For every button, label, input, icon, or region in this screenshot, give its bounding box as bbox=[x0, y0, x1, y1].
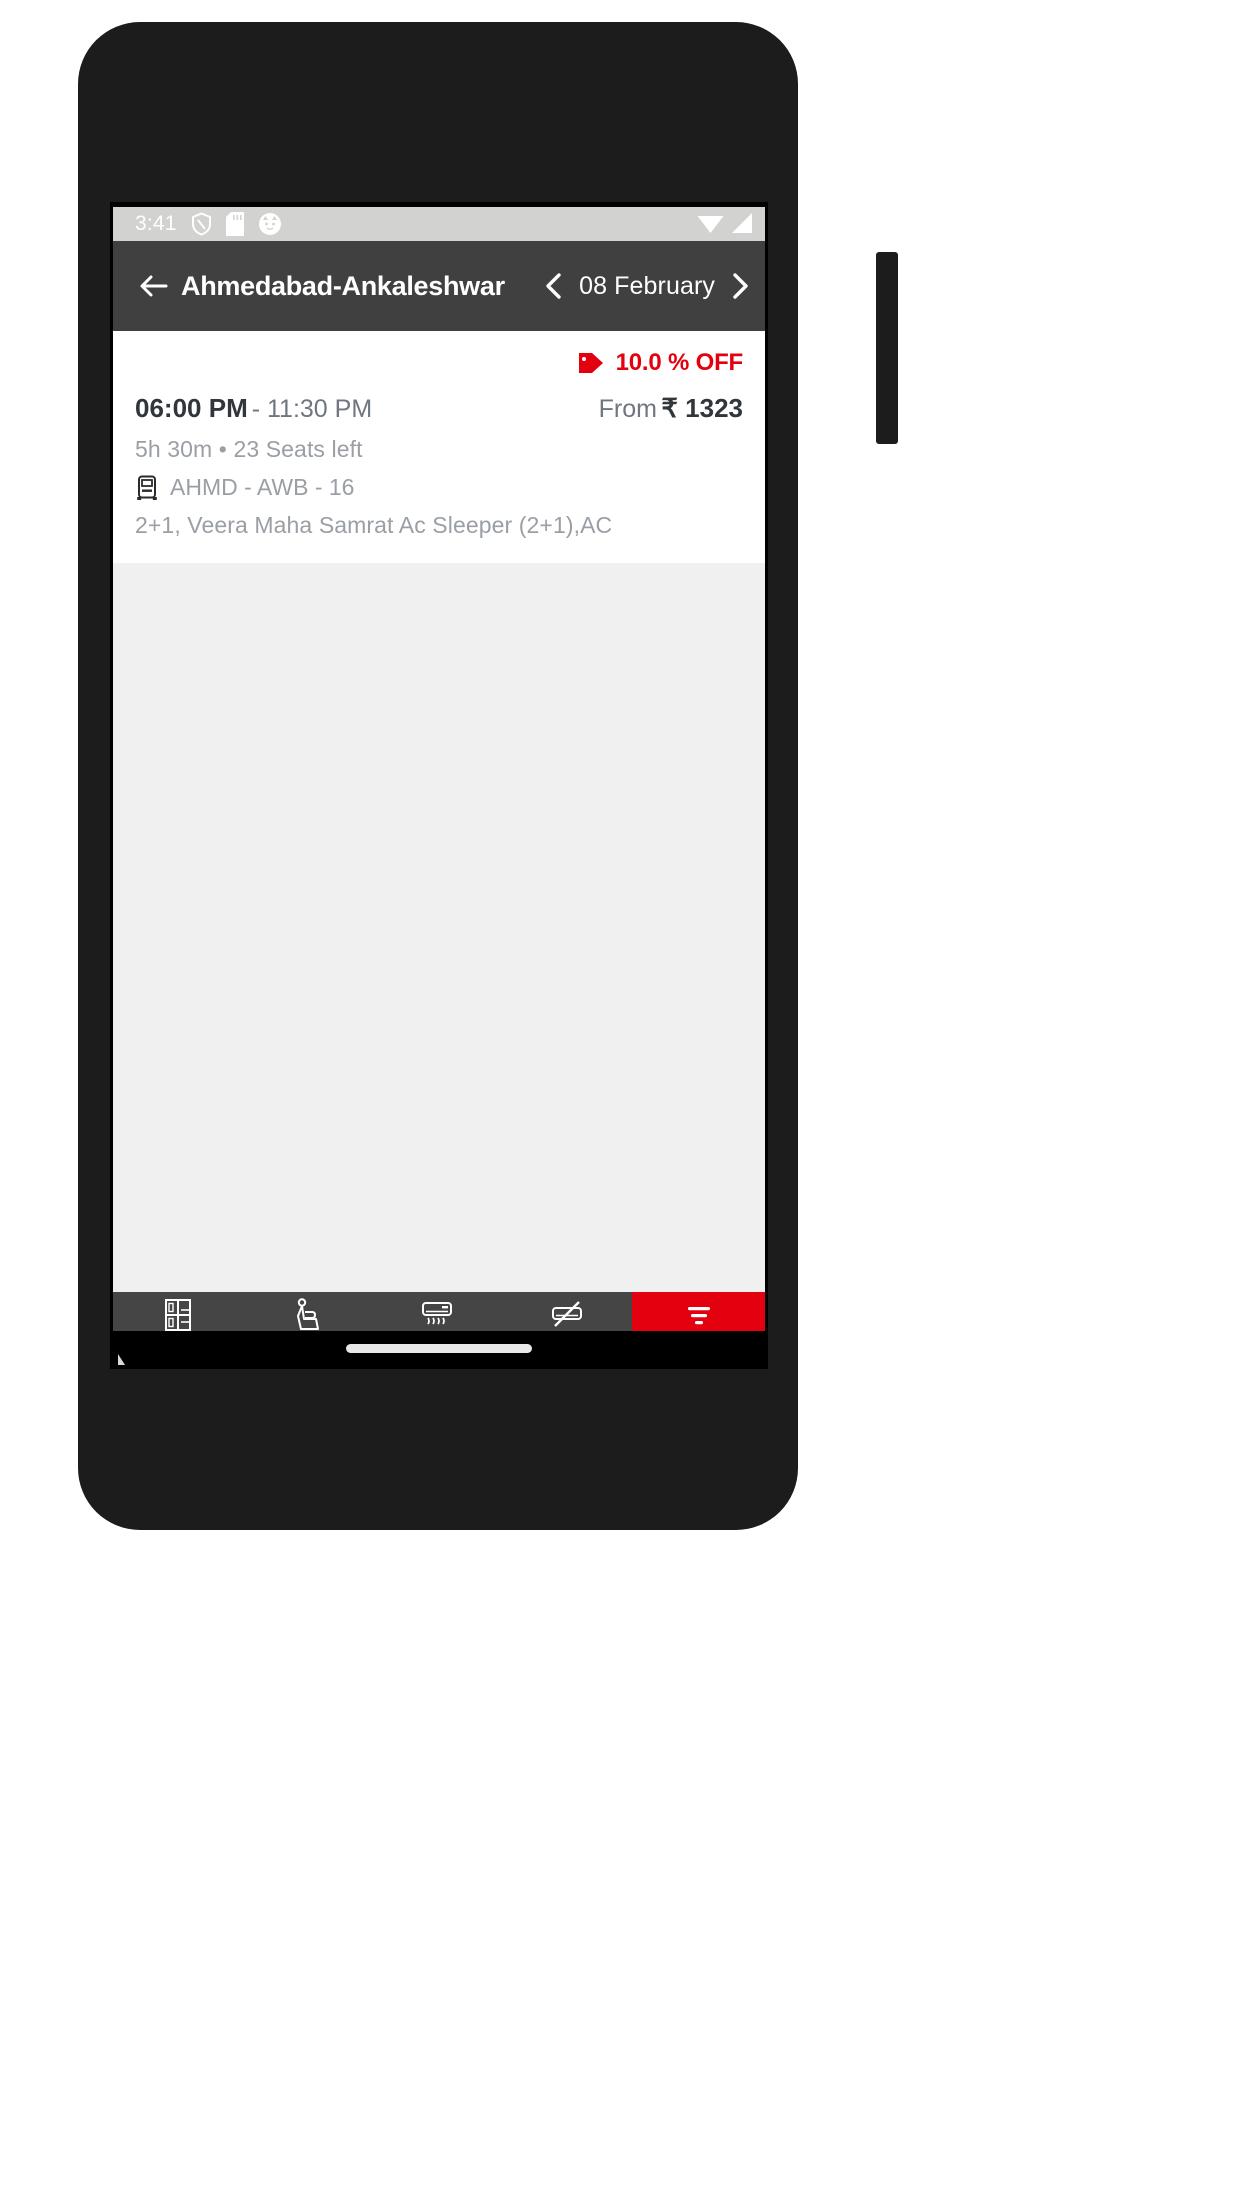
selected-date[interactable]: 08 February bbox=[579, 272, 715, 301]
signal-icon bbox=[732, 213, 752, 233]
date-navigator: 08 February bbox=[543, 272, 751, 301]
bus-result-card[interactable]: 10.0 % OFF 06:00 PM - 11:30 PM From ₹ 13… bbox=[113, 331, 765, 563]
ac-unit-off-icon bbox=[552, 1301, 583, 1327]
cat-face-icon bbox=[258, 213, 281, 235]
ac-unit-icon bbox=[422, 1302, 453, 1325]
shield-icon bbox=[191, 212, 211, 236]
bus-results-list: 10.0 % OFF 06:00 PM - 11:30 PM From ₹ 13… bbox=[113, 331, 765, 1364]
offer-row: 10.0 % OFF bbox=[135, 349, 743, 377]
price-value: ₹ 1323 bbox=[661, 393, 743, 423]
sleeper-berth-icon bbox=[164, 1299, 191, 1331]
discount-badge: 10.0 % OFF bbox=[615, 349, 744, 376]
status-bar: 3:41 bbox=[113, 207, 765, 241]
arrival-time: - 11:30 PM bbox=[251, 395, 373, 423]
bus-type-description: 2+1, Veera Maha Samrat Ac Sleeper (2+1),… bbox=[135, 512, 613, 538]
status-bar-left: 3:41 bbox=[135, 212, 282, 236]
corner-cursor-mark bbox=[118, 1354, 125, 1365]
bus-icon bbox=[137, 475, 157, 500]
price-block: From ₹ 1323 bbox=[599, 393, 743, 424]
duration-seats-line: 5h 30m • 23 Seats left bbox=[135, 436, 363, 462]
offer-tag-icon bbox=[578, 353, 603, 373]
phone-power-button[interactable] bbox=[876, 252, 898, 444]
wifi-icon bbox=[697, 216, 724, 233]
departure-time: 06:00 PM bbox=[135, 393, 248, 423]
bus-code-line: AHMD - AWB - 16 bbox=[135, 474, 743, 501]
screen-content: 3:41 Ahmedabad-Ankaleshwar 08 February 1… bbox=[113, 207, 765, 1364]
chevron-left-icon[interactable] bbox=[543, 272, 565, 300]
time-price-row: 06:00 PM - 11:30 PM From ₹ 1323 bbox=[135, 393, 743, 424]
seat-icon bbox=[296, 1298, 319, 1330]
page-title: Ahmedabad-Ankaleshwar bbox=[181, 270, 505, 301]
sd-card-icon bbox=[225, 212, 244, 236]
home-indicator[interactable] bbox=[346, 1344, 532, 1353]
status-bar-right bbox=[697, 212, 753, 236]
filter-icon bbox=[687, 1307, 710, 1325]
bus-service-code: AHMD - AWB - 16 bbox=[170, 474, 355, 500]
price-prefix-label: From bbox=[598, 395, 657, 423]
phone-screen: 3:41 Ahmedabad-Ankaleshwar 08 February 1… bbox=[110, 202, 768, 1369]
app-bar: Ahmedabad-Ankaleshwar 08 February bbox=[113, 241, 765, 331]
back-arrow-icon[interactable] bbox=[139, 271, 169, 301]
chevron-right-icon[interactable] bbox=[729, 272, 751, 300]
status-bar-clock: 3:41 bbox=[135, 212, 177, 235]
navigation-gesture-area bbox=[113, 1331, 765, 1369]
